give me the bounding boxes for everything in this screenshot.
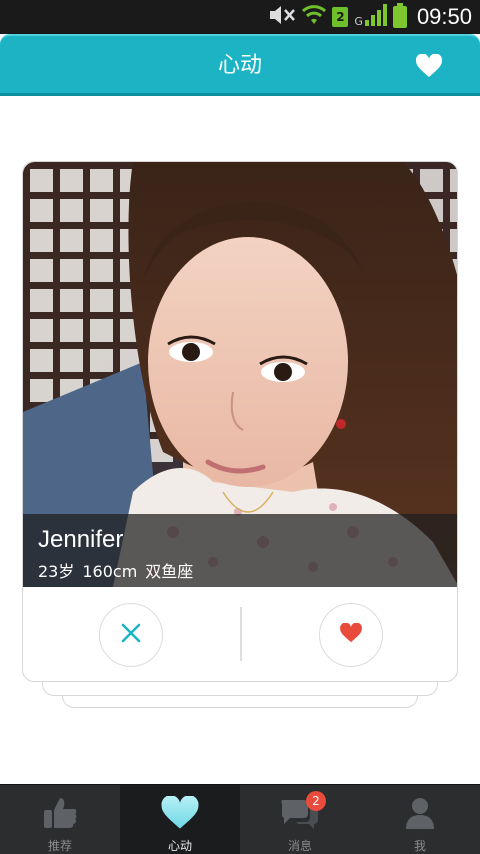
profile-zodiac: 双鱼座 xyxy=(145,562,194,581)
heart-icon[interactable] xyxy=(415,53,443,78)
tab-label: 消息 xyxy=(287,839,312,853)
close-icon xyxy=(121,623,141,647)
wifi-icon xyxy=(302,4,327,30)
tab-me[interactable]: 我 xyxy=(360,785,480,854)
bottom-tab-bar: 推荐 心动 2 消息 我 xyxy=(0,784,480,854)
user-icon xyxy=(400,795,440,831)
status-bar: 2 G 09:50 xyxy=(0,0,480,34)
skip-button[interactable] xyxy=(99,603,163,667)
profile-age: 23岁 xyxy=(38,562,75,581)
thumbs-up-icon xyxy=(40,795,80,831)
sim-icon: 2 xyxy=(332,7,349,27)
card-actions xyxy=(23,587,457,681)
profile-details: 23岁 160cm 双鱼座 xyxy=(38,558,201,582)
battery-icon xyxy=(392,3,407,28)
profile-card[interactable]: Jennifer 23岁 160cm 双鱼座 xyxy=(22,161,458,682)
network-type: G xyxy=(354,15,363,28)
like-button[interactable] xyxy=(319,603,383,667)
tab-label: 心动 xyxy=(167,839,192,853)
page-title: 心动 xyxy=(217,53,262,78)
signal-icon xyxy=(364,4,387,30)
tab-recommend[interactable]: 推荐 xyxy=(0,785,120,854)
tab-messages[interactable]: 2 消息 xyxy=(240,785,360,854)
actions-divider xyxy=(240,607,242,661)
app-header: 心动 xyxy=(0,34,480,96)
mute-icon xyxy=(268,5,296,29)
message-badge: 2 xyxy=(306,791,326,811)
heart-icon xyxy=(340,622,362,647)
tab-label: 我 xyxy=(413,839,426,853)
profile-height: 160cm xyxy=(82,562,138,581)
heart-icon xyxy=(160,795,200,831)
profile-name: Jennifer xyxy=(38,526,124,553)
tab-heartbeat[interactable]: 心动 xyxy=(120,785,240,854)
status-time: 09:50 xyxy=(416,4,472,29)
profile-info: Jennifer 23岁 160cm 双鱼座 xyxy=(23,514,457,587)
tab-label: 推荐 xyxy=(47,839,72,853)
